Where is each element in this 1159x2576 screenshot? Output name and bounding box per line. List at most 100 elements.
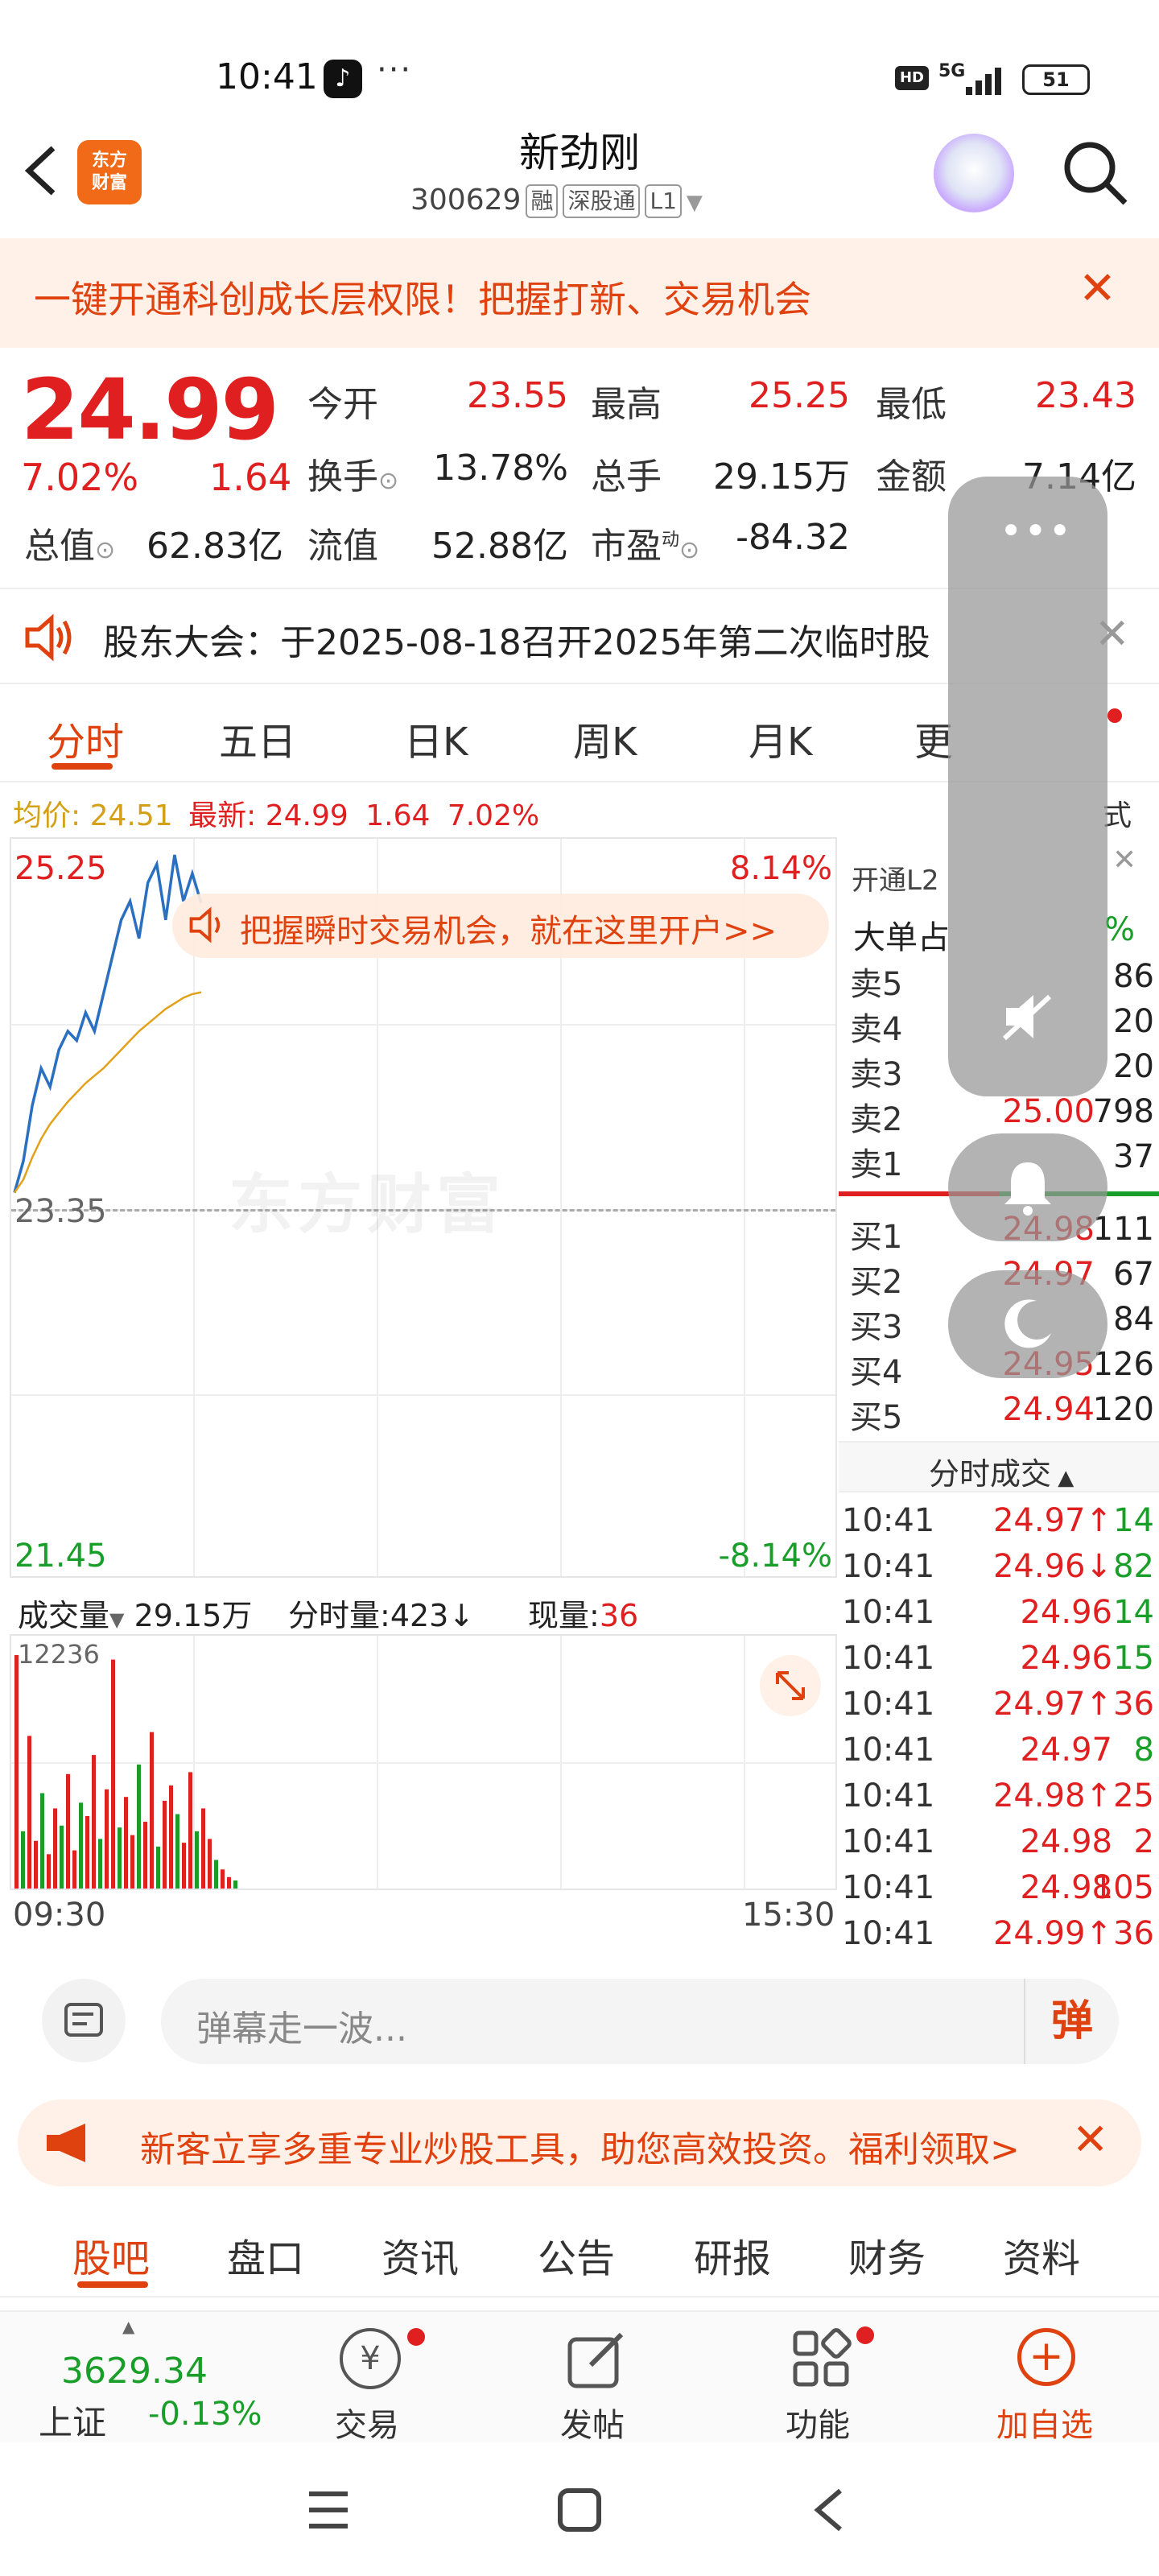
- notice-text: 股东大会：于2025-08-18召开2025年第二次临时股: [103, 622, 930, 663]
- tab-five-day[interactable]: 五日: [219, 710, 296, 766]
- stock-code: 300629: [410, 184, 522, 217]
- volume-bar: [130, 1835, 134, 1889]
- volume-bar: [124, 1797, 128, 1889]
- caret-up-icon: ▲: [122, 2317, 135, 2336]
- volume-bar: [47, 1854, 51, 1889]
- volume-bar: [201, 1808, 205, 1889]
- bid-row: 买5 24.94 120: [850, 1391, 1154, 1436]
- tab-announcements[interactable]: 公告: [538, 2227, 615, 2283]
- search-icon[interactable]: [1059, 137, 1132, 209]
- volume-bar: [143, 1822, 147, 1889]
- latest-value: 24.99: [265, 799, 349, 832]
- nav-functions-label: 功能: [786, 2407, 850, 2444]
- nav-add-label: 加自选: [996, 2407, 1093, 2444]
- close-icon[interactable]: ✕: [1112, 844, 1136, 877]
- price-line: [13, 854, 203, 1194]
- pct-axis-bottom: -8.14%: [718, 1538, 832, 1575]
- tab-intraday[interactable]: 分时: [47, 710, 124, 766]
- avg-price-line: [13, 991, 202, 1194]
- pe-value: -84.32: [736, 517, 850, 558]
- promo2-text: 新客立享多重专业炒股工具，助您高效投资。福利领取>: [140, 2129, 1020, 2170]
- trade-row: 10:41 24.96 15: [842, 1640, 1154, 1677]
- tab-daily-k[interactable]: 日K: [404, 710, 468, 766]
- floating-toolbar[interactable]: •••: [948, 477, 1107, 1096]
- index-quote[interactable]: ▲ 3629.34 上证 -0.13%: [0, 2312, 266, 2444]
- tab-monthly-k[interactable]: 月K: [749, 710, 812, 766]
- tab-weekly-k[interactable]: 周K: [573, 710, 637, 766]
- promo-text: 一键开通科创成长层权限！把握打新、交易机会: [34, 278, 811, 321]
- battery-icon: 51: [1022, 64, 1090, 95]
- danmu-send-button[interactable]: 弹: [1024, 1979, 1119, 2064]
- tab-market[interactable]: 盘口: [227, 2227, 304, 2283]
- speaker-icon: [25, 613, 72, 662]
- mktcap-label[interactable]: 总值⊙: [24, 517, 115, 568]
- volume-bar: [214, 1860, 218, 1889]
- home-icon[interactable]: [555, 2486, 604, 2534]
- volume-bar: [188, 1772, 192, 1889]
- tab-more[interactable]: 更: [914, 710, 953, 766]
- signal-icon: [966, 68, 1001, 95]
- mute-icon[interactable]: [996, 985, 1059, 1048]
- index-pct: -0.13%: [148, 2396, 262, 2433]
- volume-bar: [137, 1764, 141, 1889]
- more-icon[interactable]: •••: [1000, 509, 1073, 554]
- avg-value: 24.51: [89, 799, 173, 832]
- volume-chart[interactable]: 12236: [10, 1634, 837, 1890]
- nav-add-watchlist[interactable]: + 加自选: [984, 2328, 1112, 2444]
- promo-banner[interactable]: 一键开通科创成长层权限！把握打新、交易机会 ✕: [0, 238, 1159, 348]
- night-mode-button[interactable]: [948, 1270, 1107, 1378]
- nav-post[interactable]: 发帖: [547, 2328, 644, 2444]
- trade-row: 10:41 24.98↑ 25: [842, 1777, 1154, 1814]
- promo-strip[interactable]: 新客立享多重专业炒股工具，助您高效投资。福利领取> ✕: [18, 2099, 1141, 2186]
- nav-trade[interactable]: ¥ 交易: [322, 2328, 425, 2444]
- volume-header[interactable]: 成交量▼ 29.15万: [18, 1591, 252, 1635]
- intraday-chart[interactable]: 东方财富 25.25 23.35 21.45 8.14% -8.14% 把握瞬时…: [10, 837, 837, 1578]
- volume-bar: [208, 1839, 212, 1889]
- vol-now: 现量:36: [528, 1598, 639, 1633]
- trade-row: 10:41 24.96↓ 82: [842, 1548, 1154, 1585]
- big-order-pct: %: [1104, 911, 1136, 948]
- tab-news[interactable]: 资讯: [382, 2227, 459, 2283]
- tab-forum[interactable]: 股吧: [72, 2227, 150, 2283]
- vol-minute: 分时量:423↓: [288, 1598, 475, 1633]
- trade-row: 10:41 24.98 105: [842, 1869, 1154, 1906]
- open-account-hint[interactable]: 把握瞬时交易机会，就在这里开户>>: [172, 894, 829, 958]
- avg-price-bar: 均价: 24.51 最新: 24.99 1.64 7.02%: [13, 792, 539, 834]
- time-start: 09:30: [13, 1897, 106, 1934]
- volume-bar: [156, 1846, 160, 1889]
- system-nav-bar: [0, 2442, 1159, 2576]
- pe-label[interactable]: 市盈动⊙: [591, 517, 699, 568]
- back-icon[interactable]: [18, 138, 66, 203]
- ask-row: 卖2 25.00 798: [850, 1093, 1154, 1138]
- menu-icon[interactable]: [304, 2487, 353, 2533]
- tab-active-indicator: [52, 763, 113, 770]
- volume-bar: [72, 1850, 76, 1889]
- stock-code-row[interactable]: 300629 融深股通 L1 ▼: [410, 184, 703, 218]
- expand-icon[interactable]: [760, 1655, 821, 1716]
- close-icon[interactable]: ✕: [1072, 2114, 1108, 2165]
- yen-icon: ¥: [340, 2328, 401, 2389]
- tab-profile[interactable]: 资料: [1003, 2227, 1080, 2283]
- open-label: 今开: [307, 384, 378, 425]
- settings-badge: [1107, 708, 1122, 723]
- l2-label[interactable]: 开通L2: [852, 858, 939, 898]
- tab-finance[interactable]: 财务: [848, 2227, 926, 2283]
- functions-badge: [856, 2326, 874, 2344]
- trades-header[interactable]: 分时成交 ▲: [839, 1441, 1159, 1492]
- volume-bar: [227, 1876, 231, 1889]
- close-icon[interactable]: ✕: [1079, 262, 1116, 315]
- danmu-settings-icon[interactable]: [42, 1979, 126, 2062]
- dropdown-icon[interactable]: ▼: [687, 191, 703, 215]
- trades-label: 分时成交 ▲: [929, 1456, 1074, 1492]
- danmu-input[interactable]: 弹幕走一波... 弹: [161, 1979, 1119, 2064]
- volume-bar: [195, 1831, 199, 1889]
- alert-button[interactable]: [948, 1133, 1107, 1241]
- tab-research[interactable]: 研报: [694, 2227, 771, 2283]
- hd-icon: HD: [895, 66, 929, 90]
- assistant-robot-icon[interactable]: [934, 134, 1014, 214]
- volume-bar: [182, 1843, 186, 1889]
- back-nav-icon[interactable]: [805, 2484, 853, 2536]
- time-end: 15:30: [742, 1897, 835, 1934]
- nav-functions[interactable]: 功能: [773, 2326, 874, 2444]
- turnover-label[interactable]: 换手⊙: [307, 448, 398, 499]
